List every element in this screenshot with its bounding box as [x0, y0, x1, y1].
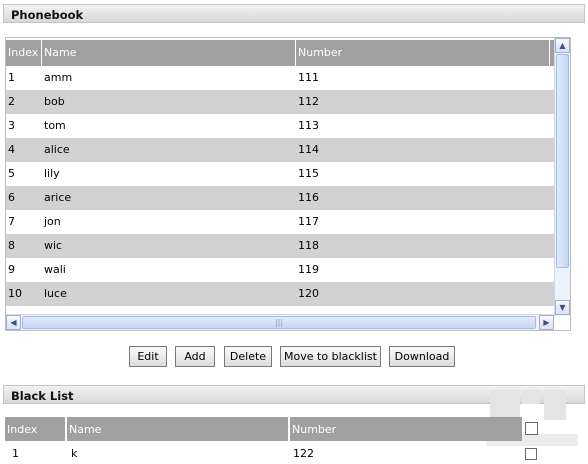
table-row[interactable]: 4 alice 114 [6, 138, 566, 162]
vertical-scrollbar[interactable]: ▲ ▼ [554, 38, 570, 316]
cell-number: 114 [298, 143, 319, 156]
table-row[interactable]: 1 amm 111 [6, 66, 566, 90]
phonebook-table-header: Index Name Number [6, 40, 568, 66]
chevron-left-icon: ◀ [10, 318, 17, 327]
cell-name: wali [44, 263, 66, 276]
cell-name: lily [44, 167, 60, 180]
cell-name: wic [44, 239, 63, 252]
cell-name: amm [44, 71, 73, 84]
phonebook-section-header: Phonebook [3, 4, 585, 23]
cell-index: 7 [8, 215, 15, 228]
horizontal-scrollbar[interactable]: ◀ ||| ▶ [6, 314, 554, 330]
cell-number: 120 [298, 287, 319, 300]
blacklist-select-all-checkbox[interactable] [525, 422, 538, 435]
edit-button[interactable]: Edit [129, 346, 167, 367]
blacklist-column-header-number: Number [290, 417, 522, 441]
cell-index: 3 [8, 119, 15, 132]
table-row[interactable]: 10 luce 120 [6, 282, 566, 306]
download-button[interactable]: Download [389, 346, 455, 367]
cell-name: bob [44, 95, 65, 108]
blacklist-cell-name: k [71, 447, 78, 460]
table-row[interactable]: 3 tom 113 [6, 114, 566, 142]
chevron-down-icon: ▼ [559, 303, 566, 312]
blacklist-column-header-name: Name [67, 417, 288, 441]
phonebook-title: Phonebook [11, 8, 84, 22]
table-row[interactable]: 9 wali 119 [6, 258, 566, 282]
horizontal-scroll-thumb[interactable]: ||| [22, 316, 536, 329]
table-row[interactable]: 8 wic 118 [6, 234, 566, 258]
cell-index: 1 [8, 71, 15, 84]
scroll-left-button[interactable]: ◀ [6, 315, 21, 330]
cell-index: 8 [8, 239, 15, 252]
cell-number: 112 [298, 95, 319, 108]
blacklist-column-header-index: Index [5, 417, 65, 441]
scroll-up-button[interactable]: ▲ [555, 38, 570, 53]
column-header-name: Name [42, 40, 296, 66]
cell-index: 10 [8, 287, 22, 300]
table-row[interactable]: 5 lily 115 [6, 162, 566, 186]
cell-number: 111 [298, 71, 319, 84]
cell-number: 115 [298, 167, 319, 180]
move-to-blacklist-button[interactable]: Move to blacklist [280, 346, 381, 367]
cell-index: 6 [8, 191, 15, 204]
add-button[interactable]: Add [175, 346, 215, 367]
scroll-right-button[interactable]: ▶ [539, 315, 554, 330]
cell-index: 9 [8, 263, 15, 276]
chevron-right-icon: ▶ [543, 318, 550, 327]
cell-number: 113 [298, 119, 319, 132]
cell-number: 119 [298, 263, 319, 276]
grip-icon: ||| [274, 318, 284, 327]
cell-name: tom [44, 119, 66, 132]
cell-number: 117 [298, 215, 319, 228]
blacklist-cell-number: 122 [293, 447, 314, 460]
cell-name: arice [44, 191, 72, 204]
scroll-down-button[interactable]: ▼ [555, 300, 570, 315]
chevron-up-icon: ▲ [559, 41, 566, 50]
column-header-index: Index [6, 40, 42, 66]
table-row[interactable]: 6 arice 116 [6, 186, 566, 210]
cell-number: 118 [298, 239, 319, 252]
phonebook-table-frame: Index Name Number 1 amm 111 2 bob 112 3 tom 113 4… [5, 37, 571, 331]
table-row[interactable]: 7 jon 117 [6, 210, 566, 234]
blacklist-cell-index: 1 [12, 447, 19, 460]
delete-button[interactable]: Delete [224, 346, 272, 367]
cell-index: 5 [8, 167, 15, 180]
cell-name: alice [44, 143, 70, 156]
cell-index: 2 [8, 95, 15, 108]
vertical-scroll-thumb[interactable] [556, 54, 569, 268]
table-row[interactable]: 2 bob 112 [6, 90, 566, 114]
blacklist-row-checkbox[interactable] [525, 448, 537, 460]
cell-name: luce [44, 287, 67, 300]
cell-number: 116 [298, 191, 319, 204]
column-header-number: Number [296, 40, 550, 66]
cell-index: 4 [8, 143, 15, 156]
cell-name: jon [44, 215, 61, 228]
blacklist-title: Black List [11, 389, 74, 403]
